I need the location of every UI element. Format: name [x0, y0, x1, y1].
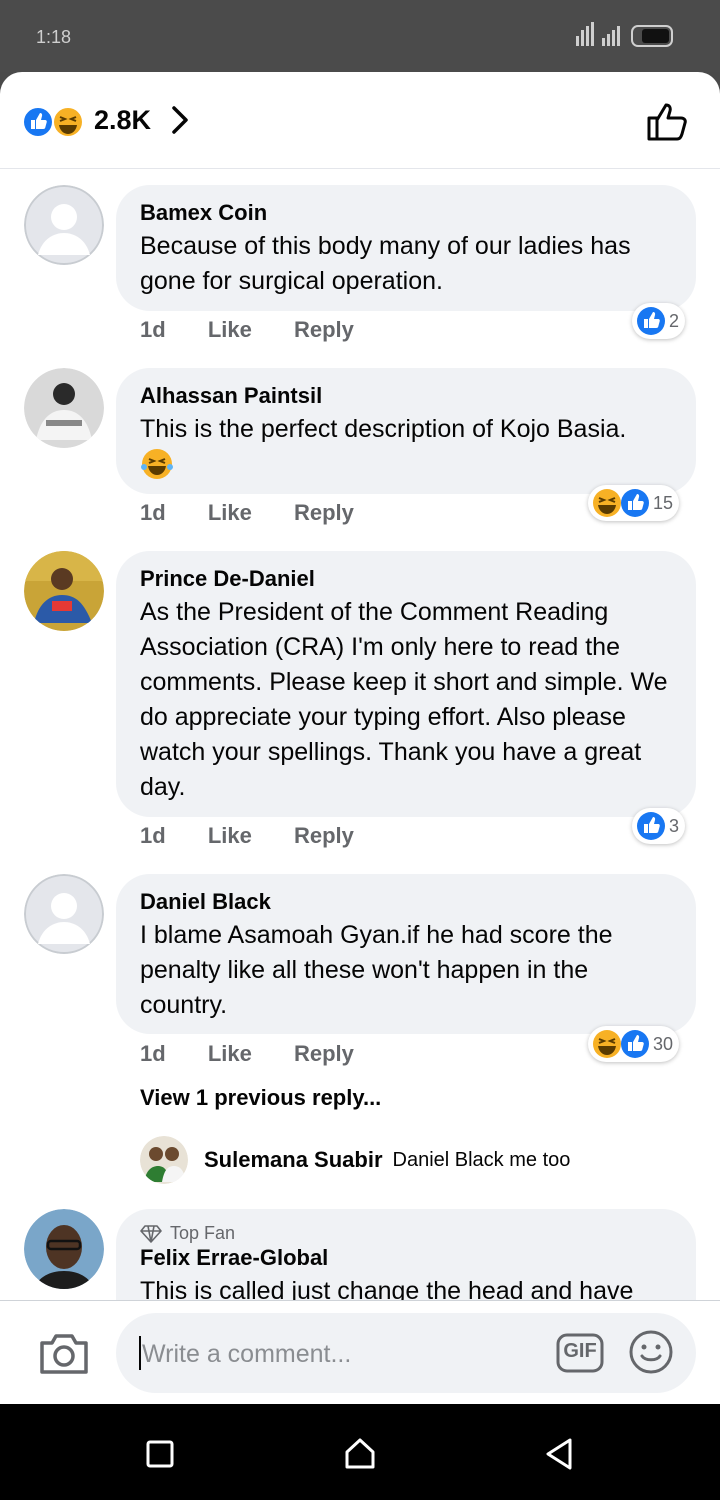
comment-reactions[interactable]: 2 — [632, 303, 686, 339]
reply-comment-button[interactable]: Reply — [294, 823, 354, 848]
like-post-button[interactable] — [646, 98, 692, 142]
comment-reaction-count: 30 — [653, 1033, 674, 1054]
recent-apps-icon[interactable] — [142, 1436, 178, 1472]
like-comment-button[interactable]: Like — [208, 317, 252, 342]
thumbs-up-icon — [637, 307, 665, 335]
reply-text: Daniel Black me too — [392, 1148, 571, 1171]
thumbs-up-icon — [621, 1030, 649, 1058]
thumbs-up-icon — [621, 489, 649, 517]
laughing-tears-emoji — [141, 449, 173, 479]
avatar-felix[interactable] — [24, 1209, 104, 1289]
like-comment-button[interactable]: Like — [208, 823, 252, 848]
comment-author[interactable]: Daniel Black — [140, 888, 672, 916]
comment-text: This is the perfect description of Kojo … — [140, 415, 627, 443]
laughing-face-icon — [593, 489, 621, 517]
gif-button[interactable]: GIF — [556, 1333, 604, 1373]
comment-input-container[interactable]: GIF — [116, 1313, 696, 1393]
view-previous-replies-link[interactable]: View 1 previous reply... — [140, 1085, 381, 1111]
reply-author[interactable]: Sulemana Suabir — [204, 1147, 383, 1173]
comment-composer: GIF — [0, 1300, 720, 1404]
avatar-sulemana[interactable] — [140, 1136, 188, 1184]
comment-time: 1d — [140, 823, 166, 848]
comment-time: 1d — [140, 1041, 166, 1066]
comment-text: As the President of the Comment Reading … — [140, 598, 668, 801]
reply-comment-button[interactable]: Reply — [294, 1041, 354, 1066]
reply-preview[interactable]: Sulemana Suabir Daniel Black me too — [140, 1136, 570, 1184]
like-comment-button[interactable]: Like — [208, 1041, 252, 1066]
chevron-right-icon[interactable] — [168, 102, 194, 138]
comment-author[interactable]: Prince De-Daniel — [140, 565, 672, 593]
back-icon[interactable] — [542, 1436, 578, 1472]
comment-list: Bamex Coin Because of this body many of … — [0, 169, 720, 1300]
thumbs-up-icon — [637, 812, 665, 840]
comment-text: Because of this body many of our ladies … — [140, 232, 631, 295]
like-comment-button[interactable]: Like — [208, 500, 252, 525]
comment-reaction-count: 3 — [669, 815, 680, 836]
camera-icon[interactable] — [38, 1331, 90, 1375]
status-time: 1:18 — [36, 27, 72, 47]
reactions-header: 2.8K — [0, 72, 720, 169]
top-fan-badge: Top Fan — [140, 1223, 672, 1244]
comment-reaction-count: 2 — [669, 310, 680, 331]
smiley-face-icon[interactable] — [628, 1329, 674, 1375]
laughing-face-icon — [52, 106, 84, 138]
top-fan-label: Top Fan — [170, 1223, 236, 1243]
comment-actions: 1d Like Reply — [140, 500, 390, 526]
reaction-count[interactable]: 2.8K — [94, 105, 151, 136]
android-nav-bar — [0, 1404, 720, 1500]
avatar-placeholder[interactable] — [24, 874, 104, 954]
comment-bubble[interactable]: Alhassan Paintsil This is the perfect de… — [116, 368, 696, 494]
gif-label: GIF — [563, 1340, 597, 1362]
comment-time: 1d — [140, 500, 166, 525]
reaction-summary-icons[interactable] — [22, 104, 92, 140]
comment-bubble[interactable]: Bamex Coin Because of this body many of … — [116, 185, 696, 311]
comment-bubble[interactable]: Prince De-Daniel As the President of the… — [116, 551, 696, 817]
comment-bubble[interactable]: Daniel Black I blame Asamoah Gyan.if he … — [116, 874, 696, 1034]
avatar-placeholder[interactable] — [24, 185, 104, 265]
comment-author[interactable]: Alhassan Paintsil — [140, 382, 672, 410]
comment-input[interactable] — [140, 1333, 544, 1375]
thumbs-up-icon — [22, 106, 54, 138]
comment-author[interactable]: Felix Errae-Global — [140, 1244, 672, 1272]
comment-reactions[interactable]: 30 — [588, 1026, 680, 1062]
comment-actions: 1d Like Reply — [140, 1041, 390, 1067]
comment-author[interactable]: Bamex Coin — [140, 199, 672, 227]
status-bar: 1:18 — [0, 0, 720, 72]
avatar-prince[interactable] — [24, 551, 104, 631]
laughing-face-icon — [593, 1030, 621, 1058]
diamond-icon — [140, 1224, 162, 1243]
comment-reactions[interactable]: 15 — [588, 485, 680, 521]
comment-text: This is called just change the head and … — [140, 1277, 634, 1300]
reply-comment-button[interactable]: Reply — [294, 500, 354, 525]
comment-text: I blame Asamoah Gyan.if he had score the… — [140, 921, 613, 1019]
comment-reactions[interactable]: 3 — [632, 808, 686, 844]
reply-comment-button[interactable]: Reply — [294, 317, 354, 342]
signal-battery-icon — [576, 22, 673, 47]
comment-reaction-count: 15 — [653, 492, 674, 513]
home-icon[interactable] — [342, 1436, 378, 1472]
comment-actions: 1d Like Reply — [140, 317, 390, 343]
comment-bubble[interactable]: Top Fan Felix Errae-Global This is calle… — [116, 1209, 696, 1300]
comment-actions: 1d Like Reply — [140, 823, 390, 849]
comment-time: 1d — [140, 317, 166, 342]
avatar-alhassan[interactable] — [24, 368, 104, 448]
comments-sheet: 2.8K Bamex Coin Because of this body man… — [0, 72, 720, 1404]
